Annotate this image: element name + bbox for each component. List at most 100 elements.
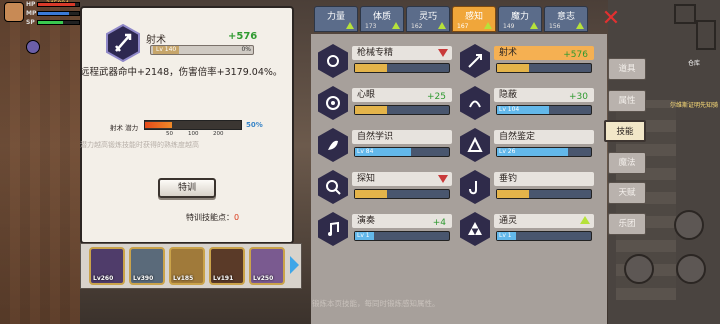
fishing-hook-icon [460, 170, 490, 204]
skill-progress [355, 190, 387, 198]
stat-up-icon [530, 22, 538, 29]
skill-progress [497, 190, 529, 198]
mind-eye-icon [318, 86, 348, 120]
stat-tab-perception[interactable]: 感知 167 [452, 6, 496, 32]
sword-skill-icon[interactable] [624, 254, 654, 284]
detail-skill-bonus: +576 [228, 31, 258, 42]
skill-level: Lv 84 [357, 148, 374, 155]
trend-down-icon [438, 175, 448, 183]
skill-row-spirit[interactable]: 通灵 Lv 1 [460, 212, 596, 246]
skill-row-shooting[interactable]: 射术 +576 [460, 44, 596, 78]
detail-xp-percent: 0% [241, 46, 251, 53]
skill-level: Lv 1 [499, 232, 512, 239]
skill-row-detect[interactable]: 探知 [318, 170, 454, 204]
potential-percent: 50% [246, 121, 263, 129]
skill-row-mind-eye[interactable]: 心眼 +25 [318, 86, 454, 120]
skill-name: 自然学识 [357, 132, 394, 142]
potential-label: 射术 潜力 [110, 124, 139, 132]
firearms-icon [318, 44, 348, 78]
bow-skill-icon[interactable] [676, 254, 706, 284]
train-button[interactable]: 特训 [158, 178, 216, 198]
stat-label: 力量 [326, 12, 345, 22]
bottom-hint: 锻炼本页技能，每同时锻炼感知属性。 [312, 299, 440, 308]
skill-level: Lv 104 [499, 106, 520, 113]
skill-progress [355, 106, 387, 114]
side-tab-skills[interactable]: 技能 [604, 120, 646, 142]
stat-value: 156 [549, 23, 561, 30]
train-points-value: 0 [234, 213, 240, 222]
minimap-room [674, 4, 696, 24]
stat-tab-will[interactable]: 意志 156 [544, 6, 588, 32]
hero-portrait[interactable]: Lv185 [169, 247, 205, 285]
dungeon-floor-left [0, 0, 80, 324]
hero-portrait[interactable]: Lv260 [89, 247, 125, 285]
hero-level: Lv260 [93, 275, 114, 282]
stat-tab-strength[interactable]: 力量 [314, 6, 358, 32]
skill-level: Lv 1 [357, 232, 370, 239]
skill-description: 远程武器命中+2148，伤害倍率+3179.04%。 [80, 67, 283, 78]
nature-lore-icon [318, 128, 348, 162]
skill-name: 自然鉴定 [499, 132, 536, 142]
stat-tab-magic[interactable]: 魔力 149 [498, 6, 542, 32]
side-tab-attributes[interactable]: 属性 [608, 90, 646, 112]
stat-label: 感知 [464, 12, 483, 22]
stat-tab-constitution[interactable]: 体质 173 [360, 6, 404, 32]
stat-up-icon [576, 22, 584, 29]
skill-name: 探知 [357, 174, 376, 184]
potential-hint: 潜力越高锻炼技能时获得的熟练度越高 [80, 141, 199, 149]
skill-row-perform[interactable]: 演奏 +4 Lv 1 [318, 212, 454, 246]
hero-level: Lv191 [213, 275, 234, 282]
train-points-label: 特训技能点： [186, 213, 234, 222]
skill-name: 垂钓 [499, 174, 518, 184]
side-tab-items[interactable]: 道具 [608, 58, 646, 80]
skill-name: 枪械专精 [357, 48, 394, 58]
stat-label: 灵巧 [418, 12, 437, 22]
side-tab-magic[interactable]: 魔法 [608, 152, 646, 174]
stat-up-icon [346, 22, 354, 29]
side-tab-troupe[interactable]: 乐团 [608, 213, 646, 235]
skill-name: 心眼 [357, 90, 376, 100]
skill-bonus: +25 [427, 92, 446, 102]
quick-skill-icon[interactable] [26, 40, 40, 54]
party-bar: Lv260 Lv390 Lv185 Lv191 Lv250 [80, 243, 302, 289]
hp-label: HP [26, 0, 36, 8]
skill-row-nature-identify[interactable]: 自然鉴定 Lv 26 [460, 128, 596, 162]
hero-portrait[interactable]: Lv250 [249, 247, 285, 285]
skill-progress [355, 64, 387, 72]
music-note-icon [318, 212, 348, 246]
skill-level: Lv 26 [499, 148, 516, 155]
side-tab-talents[interactable]: 天赋 [608, 182, 646, 204]
mp-bar [38, 11, 69, 15]
skill-bonus: +576 [563, 50, 588, 60]
skill-progress [497, 64, 529, 72]
close-icon[interactable]: ✕ [600, 8, 622, 30]
stat-tab-dexterity[interactable]: 灵巧 162 [406, 6, 450, 32]
hero-level: Lv185 [173, 275, 194, 282]
stat-value: 149 [503, 23, 515, 30]
potential-tick: 200 [213, 131, 224, 137]
hero-level: Lv390 [133, 275, 154, 282]
stat-value: 173 [365, 23, 377, 30]
skill-bonus: +30 [569, 92, 588, 102]
hero-portrait[interactable]: Lv191 [209, 247, 245, 285]
skill-name: 射术 [499, 48, 518, 58]
skill-bonus: +4 [432, 218, 446, 228]
hero-portrait[interactable]: Lv390 [129, 247, 165, 285]
skill-row-nature-lore[interactable]: 自然学识 Lv 84 [318, 128, 454, 162]
rune-skill-icon[interactable] [674, 210, 704, 240]
skill-name: 通灵 [499, 216, 518, 226]
potential-bar [144, 120, 242, 130]
skill-row-fishing[interactable]: 垂钓 [460, 170, 596, 204]
quest-text: 尔维斯证明先知骑 [670, 102, 719, 109]
nature-identify-icon [460, 128, 490, 162]
stat-up-icon [438, 22, 446, 29]
skill-row-firearms[interactable]: 枪械专精 [318, 44, 454, 78]
mp-label: MP [26, 9, 37, 17]
detail-skill-name: 射术 [146, 35, 166, 46]
train-points: 特训技能点：0 [186, 212, 239, 223]
skill-row-stealth[interactable]: 隐蔽 +30 Lv 104 [460, 86, 596, 120]
trend-up-icon [580, 216, 590, 224]
skill-name: 隐蔽 [499, 90, 518, 100]
stat-up-icon [484, 22, 492, 29]
party-next-arrow-icon[interactable] [290, 256, 299, 274]
